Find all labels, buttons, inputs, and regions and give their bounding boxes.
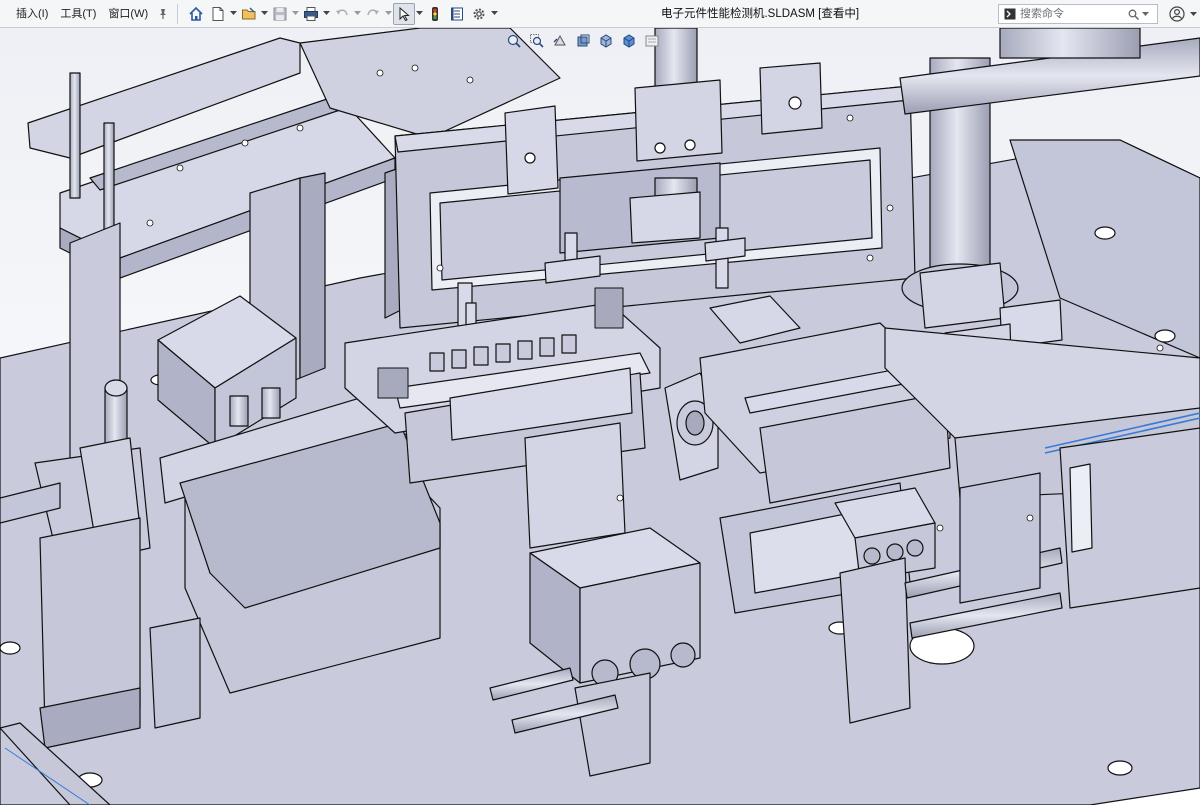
- menu-tools[interactable]: 工具(T): [54, 0, 102, 28]
- command-prompt-icon: [1002, 6, 1018, 22]
- standard-toolbar: [185, 0, 499, 28]
- chevron-down-icon[interactable]: [229, 3, 238, 25]
- display-style-icon[interactable]: [619, 31, 639, 51]
- graphics-viewport[interactable]: [0, 28, 1200, 805]
- file-properties-icon[interactable]: [446, 3, 468, 25]
- search-icon[interactable]: [1126, 6, 1140, 22]
- view-orientation-icon[interactable]: [596, 31, 616, 51]
- search-box: [998, 4, 1158, 24]
- undo-icon[interactable]: [331, 3, 353, 25]
- zoom-to-fit-icon[interactable]: [504, 31, 524, 51]
- hide-show-items-icon[interactable]: [642, 31, 662, 51]
- chevron-down-icon[interactable]: [322, 3, 331, 25]
- chevron-down-icon[interactable]: [1188, 4, 1198, 24]
- chevron-down-icon[interactable]: [1140, 6, 1150, 22]
- chevron-down-icon[interactable]: [490, 3, 499, 25]
- user-icon[interactable]: [1166, 4, 1188, 24]
- search-input[interactable]: [1018, 6, 1126, 22]
- open-folder-icon[interactable]: [238, 3, 260, 25]
- menu-window[interactable]: 窗口(W): [102, 0, 154, 28]
- chevron-down-icon[interactable]: [291, 3, 300, 25]
- heads-up-view-toolbar: [500, 30, 666, 52]
- gear-icon[interactable]: [468, 3, 490, 25]
- assembly-model[interactable]: [0, 28, 1200, 805]
- chevron-down-icon[interactable]: [415, 3, 424, 25]
- rebuild-light-icon[interactable]: [424, 3, 446, 25]
- menu-bar: 插入(I) 工具(T) 窗口(W): [0, 0, 172, 28]
- pin-icon[interactable]: [154, 0, 172, 28]
- print-icon[interactable]: [300, 3, 322, 25]
- top-toolbar: 插入(I) 工具(T) 窗口(W) 电子元件性能检测机.SLDASM [查看中]…: [0, 0, 1200, 28]
- chevron-down-icon[interactable]: [260, 3, 269, 25]
- new-document-icon[interactable]: [207, 3, 229, 25]
- save-icon[interactable]: [269, 3, 291, 25]
- redo-icon[interactable]: [362, 3, 384, 25]
- select-arrow-icon[interactable]: [393, 2, 416, 25]
- menu-insert[interactable]: 插入(I): [10, 0, 54, 28]
- section-view-icon[interactable]: [573, 31, 593, 51]
- chevron-down-icon[interactable]: [384, 3, 393, 25]
- zoom-to-area-icon[interactable]: [527, 31, 547, 51]
- toolbar-separator: [177, 3, 179, 24]
- chevron-down-icon[interactable]: [353, 3, 362, 25]
- previous-view-icon[interactable]: [550, 31, 570, 51]
- home-icon[interactable]: [185, 3, 207, 25]
- document-title: 电子元件性能检测机.SLDASM [查看中]: [660, 8, 860, 20]
